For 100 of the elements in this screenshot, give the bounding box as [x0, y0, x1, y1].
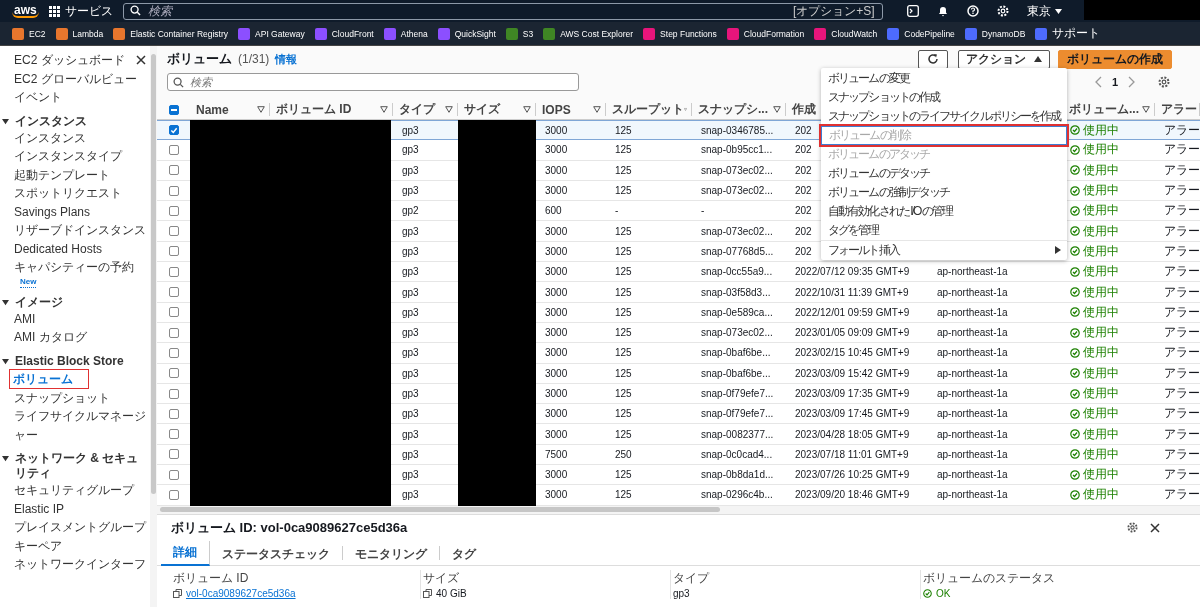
- sidebar-item[interactable]: スポットリクエスト: [14, 184, 124, 203]
- menu-item[interactable]: タグを管理: [821, 221, 1067, 240]
- page-number[interactable]: 1: [1111, 76, 1118, 88]
- triangle-icon[interactable]: [2, 117, 9, 125]
- checkbox[interactable]: [169, 287, 179, 297]
- search-field[interactable]: 検索: [167, 73, 579, 91]
- terminal-icon[interactable]: [906, 5, 919, 17]
- refresh-button[interactable]: [918, 49, 948, 69]
- tab[interactable]: ステータスチェック: [210, 545, 343, 560]
- settings-icon[interactable]: [1158, 76, 1170, 88]
- triangle-icon[interactable]: [2, 298, 9, 306]
- tab[interactable]: 詳細: [161, 540, 210, 566]
- checkbox[interactable]: [169, 368, 179, 379]
- close-icon[interactable]: [1150, 522, 1160, 533]
- column-header[interactable]: タイプ: [399, 103, 435, 116]
- favorite-link[interactable]: Step Functions: [643, 27, 717, 40]
- copy-icon[interactable]: [173, 588, 182, 598]
- close-icon[interactable]: [136, 55, 146, 66]
- checkbox[interactable]: [169, 327, 179, 338]
- sort-icon[interactable]: [523, 106, 531, 113]
- tab[interactable]: モニタリング: [343, 545, 440, 560]
- previous-page-icon[interactable]: [1094, 76, 1103, 88]
- sidebar-item[interactable]: Savings Plans: [14, 202, 93, 221]
- triangle-icon[interactable]: [2, 357, 9, 365]
- sidebar-item[interactable]: セキュリティグループ: [14, 481, 136, 500]
- sort-icon[interactable]: [593, 106, 601, 113]
- section-heading[interactable]: イメージ: [15, 294, 63, 310]
- favorite-link[interactable]: Athena: [383, 27, 428, 40]
- favorite-link[interactable]: S3: [505, 27, 534, 40]
- menu-item[interactable]: フォールト挿入: [821, 240, 1067, 259]
- info-link[interactable]: 情報: [275, 51, 298, 67]
- sidebar-item[interactable]: スナップショット: [14, 388, 112, 407]
- services-button[interactable]: サービス: [48, 2, 113, 20]
- region-selector[interactable]: 東京: [1026, 2, 1062, 20]
- copy-icon[interactable]: [423, 588, 432, 598]
- settings-icon[interactable]: [1127, 522, 1138, 534]
- favorite-link[interactable]: AWS Cost Explorer: [543, 27, 634, 40]
- favorite-link[interactable]: サポート: [1035, 25, 1101, 42]
- favorite-link[interactable]: QuickSight: [437, 27, 496, 40]
- sort-icon[interactable]: [380, 106, 388, 113]
- checkbox[interactable]: [169, 429, 179, 440]
- menu-item[interactable]: ボリュームの変更: [821, 69, 1067, 88]
- checkbox[interactable]: [169, 246, 179, 257]
- sidebar-item[interactable]: ネットワークインターフ: [14, 555, 148, 574]
- sidebar-item[interactable]: キーペア: [14, 536, 64, 555]
- column-header[interactable]: ボリューム ID: [276, 103, 352, 116]
- sidebar-item[interactable]: AMI: [14, 309, 38, 328]
- sidebar-item[interactable]: 起動テンプレート: [14, 165, 112, 184]
- checkbox[interactable]: [169, 185, 179, 196]
- favorite-link[interactable]: API Gateway: [238, 27, 305, 40]
- favorite-link[interactable]: CloudFormation: [726, 27, 805, 40]
- help-icon[interactable]: [966, 5, 979, 17]
- favorite-link[interactable]: Lambda: [55, 27, 104, 40]
- checkbox[interactable]: [169, 490, 179, 500]
- favorite-link[interactable]: Elastic Container Registry: [113, 27, 229, 40]
- checkbox[interactable]: [169, 165, 179, 176]
- favorite-link[interactable]: CloudFront: [314, 27, 374, 40]
- checkbox[interactable]: [169, 125, 179, 136]
- checkbox[interactable]: [169, 449, 179, 460]
- menu-item[interactable]: スナップショットの作成: [821, 88, 1067, 107]
- sidebar-item[interactable]: ライフサイクルマネージャー: [14, 407, 150, 444]
- checkbox[interactable]: [169, 266, 179, 277]
- sidebar-item[interactable]: イベント: [14, 88, 64, 107]
- column-header[interactable]: ボリューム...: [1069, 103, 1139, 116]
- sidebar-item[interactable]: Elastic IP: [14, 499, 66, 518]
- section-heading[interactable]: ネットワーク & セキュリティ: [15, 451, 144, 481]
- sidebar-item[interactable]: EC2 ダッシュボード: [14, 51, 127, 70]
- column-header[interactable]: IOPS: [542, 103, 571, 116]
- sidebar-item[interactable]: プレイスメントグループ: [14, 518, 148, 537]
- favorite-link[interactable]: EC2: [12, 27, 46, 40]
- column-header[interactable]: Name: [196, 103, 229, 116]
- actions-button[interactable]: アクション: [958, 49, 1050, 69]
- checkbox[interactable]: [169, 347, 179, 358]
- sort-icon[interactable]: [773, 106, 781, 113]
- checkbox[interactable]: [169, 307, 179, 318]
- checkbox[interactable]: [169, 226, 179, 237]
- sort-icon[interactable]: [1142, 106, 1150, 113]
- tab[interactable]: タグ: [440, 545, 488, 560]
- sort-icon[interactable]: [257, 106, 265, 113]
- triangle-icon[interactable]: [2, 455, 9, 462]
- sort-icon[interactable]: [445, 106, 453, 113]
- checkbox[interactable]: [169, 205, 179, 216]
- select-all-checkbox[interactable]: [169, 104, 179, 115]
- favorite-link[interactable]: CloudWatch: [814, 27, 878, 40]
- checkbox[interactable]: [169, 469, 179, 480]
- section-heading[interactable]: インスタンス: [15, 113, 87, 129]
- menu-item[interactable]: ボリュームのデタッチ: [821, 164, 1067, 183]
- scrollbar[interactable]: [160, 507, 720, 513]
- next-page-icon[interactable]: [1127, 76, 1135, 88]
- column-header[interactable]: サイズ: [464, 103, 500, 116]
- sidebar-item[interactable]: Dedicated Hosts: [14, 239, 105, 258]
- aws-logo[interactable]: aws: [12, 4, 39, 18]
- sidebar-item[interactable]: インスタンス: [14, 128, 88, 147]
- column-header[interactable]: スナップシ...: [698, 103, 768, 116]
- sidebar-item[interactable]: ボリューム: [11, 370, 87, 387]
- menu-item[interactable]: 自動有効化された I/O の管理: [821, 202, 1067, 221]
- sidebar-item[interactable]: EC2 グローバルビュー: [14, 69, 139, 88]
- sidebar-item[interactable]: キャパシティーの予約: [14, 258, 136, 277]
- section-heading[interactable]: Elastic Block Store: [15, 353, 124, 369]
- checkbox[interactable]: [169, 388, 179, 399]
